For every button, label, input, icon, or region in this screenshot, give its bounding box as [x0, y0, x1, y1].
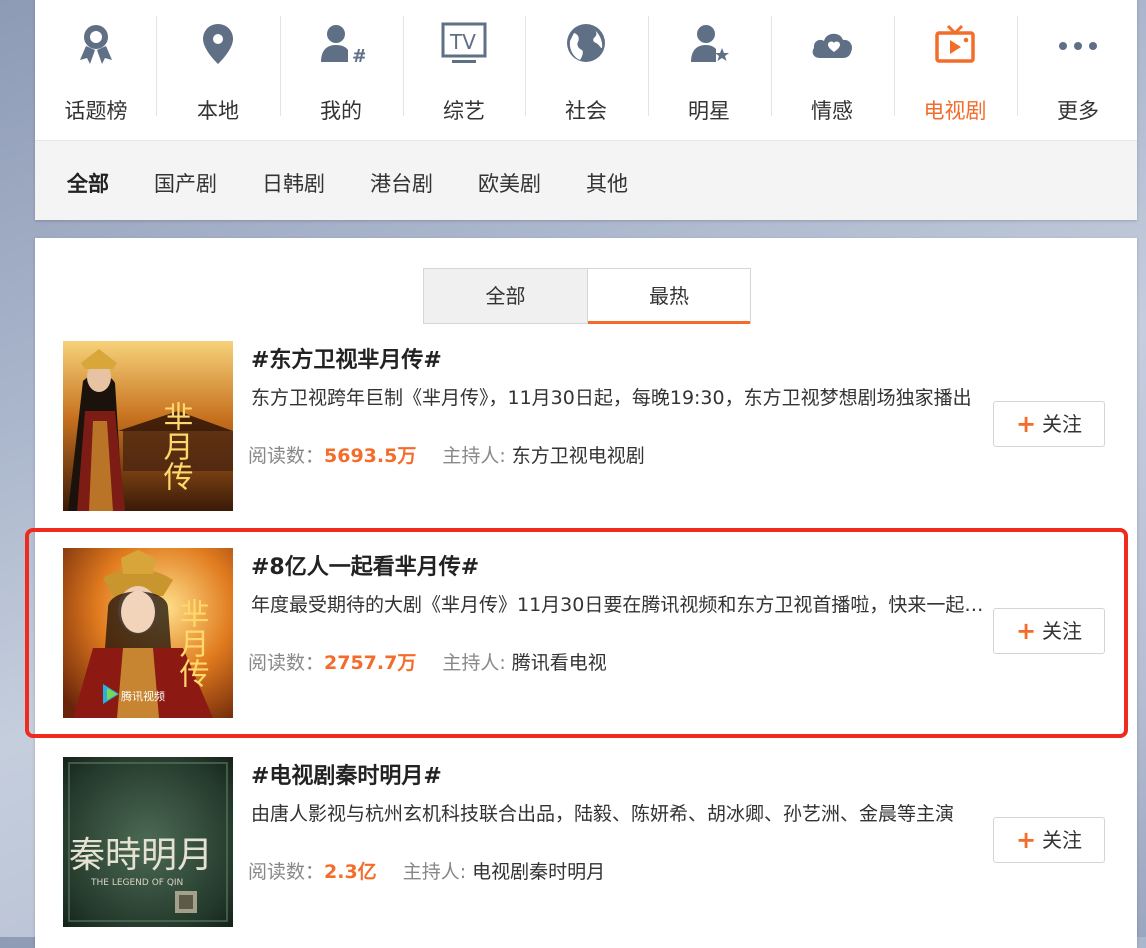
category-star[interactable]: 明星 [648, 16, 770, 123]
topic-description: 年度最受期待的大剧《芈月传》11月30日要在腾讯视频和东方卫视首播啦，快来一起看… [251, 594, 996, 616]
topic-thumbnail[interactable]: 芈月传 腾讯视频 [63, 548, 233, 718]
sub-tab-western[interactable]: 欧美剧 [478, 171, 541, 197]
poster-title: 芈月传 [158, 401, 194, 491]
category-emotion[interactable]: 情感 [771, 16, 893, 123]
category-label: 话题榜 [64, 99, 128, 123]
top-panel: 话题榜 本地 # 我的 TV [35, 0, 1137, 220]
follow-button[interactable]: + 关注 [993, 608, 1105, 654]
topic-description: 由唐人影视与杭州玄机科技联合出品，陆毅、陈妍希、胡冰卿、孙艺洲、金晨等主演 [251, 803, 955, 825]
category-local[interactable]: 本地 [157, 16, 279, 123]
host-label: 主持人: [442, 445, 512, 467]
svg-text:TV: TV [449, 30, 476, 54]
category-label: 本地 [197, 99, 239, 123]
tv-icon: TV [441, 22, 487, 63]
award-icon [80, 25, 112, 64]
topic-meta: 阅读数：5693.5万 主持人: 东方卫视电视剧 [248, 443, 645, 469]
topic-title[interactable]: #电视剧秦时明月# [251, 763, 442, 791]
plus-icon: + [1015, 410, 1037, 438]
topic-list-panel: 全部 最热 芈月传 #东方卫视芈月传# 东方卫视跨年巨制《芈月传》，11月30日… [35, 238, 1137, 948]
category-society[interactable]: 社会 [525, 16, 647, 123]
host-label: 主持人: [402, 861, 473, 883]
sort-all-button[interactable]: 全部 [424, 269, 588, 323]
follow-label: 关注 [1042, 619, 1083, 643]
svg-text:#: # [352, 46, 365, 66]
reads-label: 阅读数： [248, 652, 325, 674]
poster-title: 芈月传 [174, 598, 210, 688]
sort-hot-label: 最热 [649, 284, 689, 308]
sub-tab-hk-tw[interactable]: 港台剧 [370, 171, 433, 197]
star-user-icon [691, 25, 729, 62]
category-nav: 话题榜 本地 # 我的 TV [35, 0, 1137, 141]
sub-tab-domestic[interactable]: 国产剧 [154, 171, 217, 197]
category-tv-drama[interactable]: 电视剧 [894, 16, 1016, 123]
reads-label: 阅读数： [248, 861, 325, 883]
sort-toggle: 全部 最热 [423, 268, 751, 324]
sub-tab-all[interactable]: 全部 [67, 171, 109, 197]
topic-title[interactable]: #东方卫视芈月传# [251, 347, 442, 375]
topic-meta: 阅读数：2757.7万 主持人: 腾讯看电视 [248, 650, 607, 676]
category-label: 我的 [320, 99, 362, 123]
sub-category-nav: 全部 国产剧 日韩剧 港台剧 欧美剧 其他 [35, 141, 1137, 220]
host-label: 主持人: [442, 652, 512, 674]
more-dots-icon [1059, 42, 1097, 50]
poster-image: 秦時明月 THE LEGEND OF QIN [63, 757, 233, 927]
category-topic-rank[interactable]: 话题榜 [35, 16, 157, 123]
topic-item: 秦時明月 THE LEGEND OF QIN #电视剧秦时明月# 由唐人影视与杭… [63, 757, 1123, 927]
poster-image: 芈月传 [63, 341, 233, 511]
television-icon [935, 24, 975, 63]
globe-icon [567, 24, 605, 62]
follow-button[interactable]: + 关注 [993, 401, 1105, 447]
topic-item: 芈月传 腾讯视频 #8亿人一起看芈月传# 年度最受期待的大剧《芈月传》11月30… [63, 548, 1123, 718]
category-label: 综艺 [443, 99, 485, 123]
sub-tab-jp-kr[interactable]: 日韩剧 [262, 171, 325, 197]
topic-description: 东方卫视跨年巨制《芈月传》，11月30日起，每晚19:30，东方卫视梦想剧场独家… [251, 387, 972, 409]
read-count: 2757.7万 [324, 652, 417, 674]
poster-title: 秦時明月 [69, 835, 213, 876]
user-hashtag-icon: # [321, 25, 365, 66]
plus-icon: + [1015, 617, 1037, 645]
sub-tab-other[interactable]: 其他 [586, 171, 628, 197]
topic-item: 芈月传 #东方卫视芈月传# 东方卫视跨年巨制《芈月传》，11月30日起，每晚19… [63, 341, 1123, 511]
poster-badge: 腾讯视频 [121, 689, 165, 703]
category-label: 更多 [1057, 99, 1099, 123]
follow-label: 关注 [1042, 828, 1083, 852]
topic-title[interactable]: #8亿人一起看芈月传# [251, 554, 479, 582]
category-label: 电视剧 [923, 99, 987, 123]
topic-meta: 阅读数：2.3亿 主持人: 电视剧秦时明月 [248, 859, 605, 885]
cloud-heart-icon [812, 33, 853, 58]
read-count: 5693.5万 [324, 445, 417, 467]
reads-label: 阅读数： [248, 445, 325, 467]
poster-subtitle: THE LEGEND OF QIN [90, 878, 183, 888]
host-name[interactable]: 电视剧秦时明月 [472, 861, 605, 883]
category-mine[interactable]: # 我的 [280, 16, 402, 123]
location-pin-icon [203, 24, 233, 64]
follow-button[interactable]: + 关注 [993, 817, 1105, 863]
category-more[interactable]: 更多 [1017, 16, 1139, 123]
category-variety[interactable]: TV 综艺 [403, 16, 525, 123]
topic-thumbnail[interactable]: 秦時明月 THE LEGEND OF QIN [63, 757, 233, 927]
poster-image: 芈月传 腾讯视频 [63, 548, 233, 718]
active-underline [588, 321, 750, 324]
topic-thumbnail[interactable]: 芈月传 [63, 341, 233, 511]
category-label: 社会 [565, 99, 607, 123]
sort-hot-button[interactable]: 最热 [588, 269, 750, 324]
host-name[interactable]: 东方卫视电视剧 [512, 445, 645, 467]
plus-icon: + [1015, 826, 1037, 854]
read-count: 2.3亿 [324, 861, 377, 883]
category-label: 情感 [811, 99, 853, 123]
host-name[interactable]: 腾讯看电视 [512, 652, 607, 674]
follow-label: 关注 [1042, 412, 1083, 436]
category-label: 明星 [688, 99, 730, 123]
